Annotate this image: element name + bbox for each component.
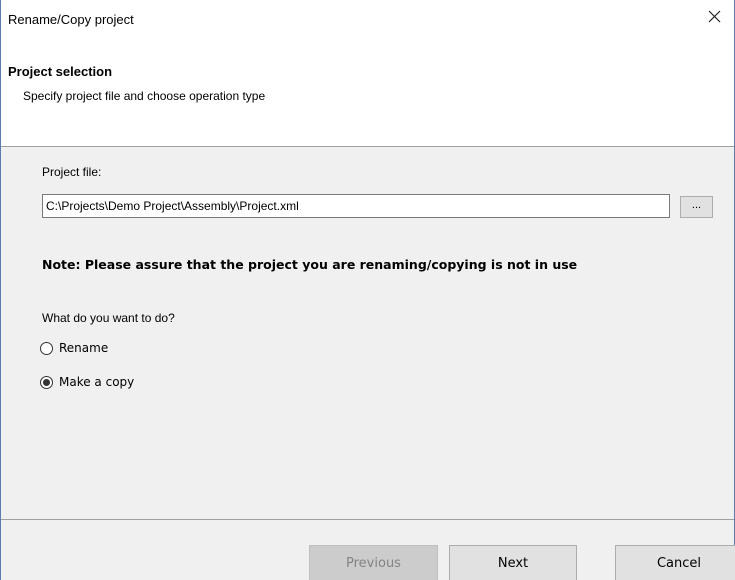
operation-question: What do you want to do? <box>42 311 175 325</box>
make-copy-label[interactable]: Make a copy <box>59 375 134 389</box>
make-copy-radio[interactable] <box>40 375 53 389</box>
close-button[interactable] <box>694 0 734 32</box>
project-file-input[interactable] <box>42 194 670 218</box>
window-title: Rename/Copy project <box>8 12 134 27</box>
wizard-footer: Previous Next Cancel <box>1 519 735 580</box>
wizard-header: Project selection Specify project file a… <box>1 32 734 147</box>
previous-button[interactable]: Previous <box>309 545 438 580</box>
cancel-button[interactable]: Cancel <box>615 545 735 580</box>
rename-copy-dialog: Rename/Copy project Project selection Sp… <box>0 0 735 580</box>
project-file-label: Project file: <box>42 165 102 179</box>
next-button[interactable]: Next <box>449 545 577 580</box>
browse-button[interactable]: ... <box>680 196 713 218</box>
step-subtitle: Specify project file and choose operatio… <box>23 89 266 103</box>
note-text: Note: Please assure that the project you… <box>42 257 578 272</box>
rename-label[interactable]: Rename <box>59 341 108 355</box>
close-icon <box>708 10 720 22</box>
wizard-content: Project file: ... Note: Please assure th… <box>1 147 734 519</box>
rename-radio[interactable] <box>40 341 53 355</box>
title-bar: Rename/Copy project <box>1 0 734 32</box>
make-copy-option[interactable]: Make a copy <box>40 375 134 389</box>
rename-option[interactable]: Rename <box>40 341 108 355</box>
step-title: Project selection <box>8 64 113 79</box>
